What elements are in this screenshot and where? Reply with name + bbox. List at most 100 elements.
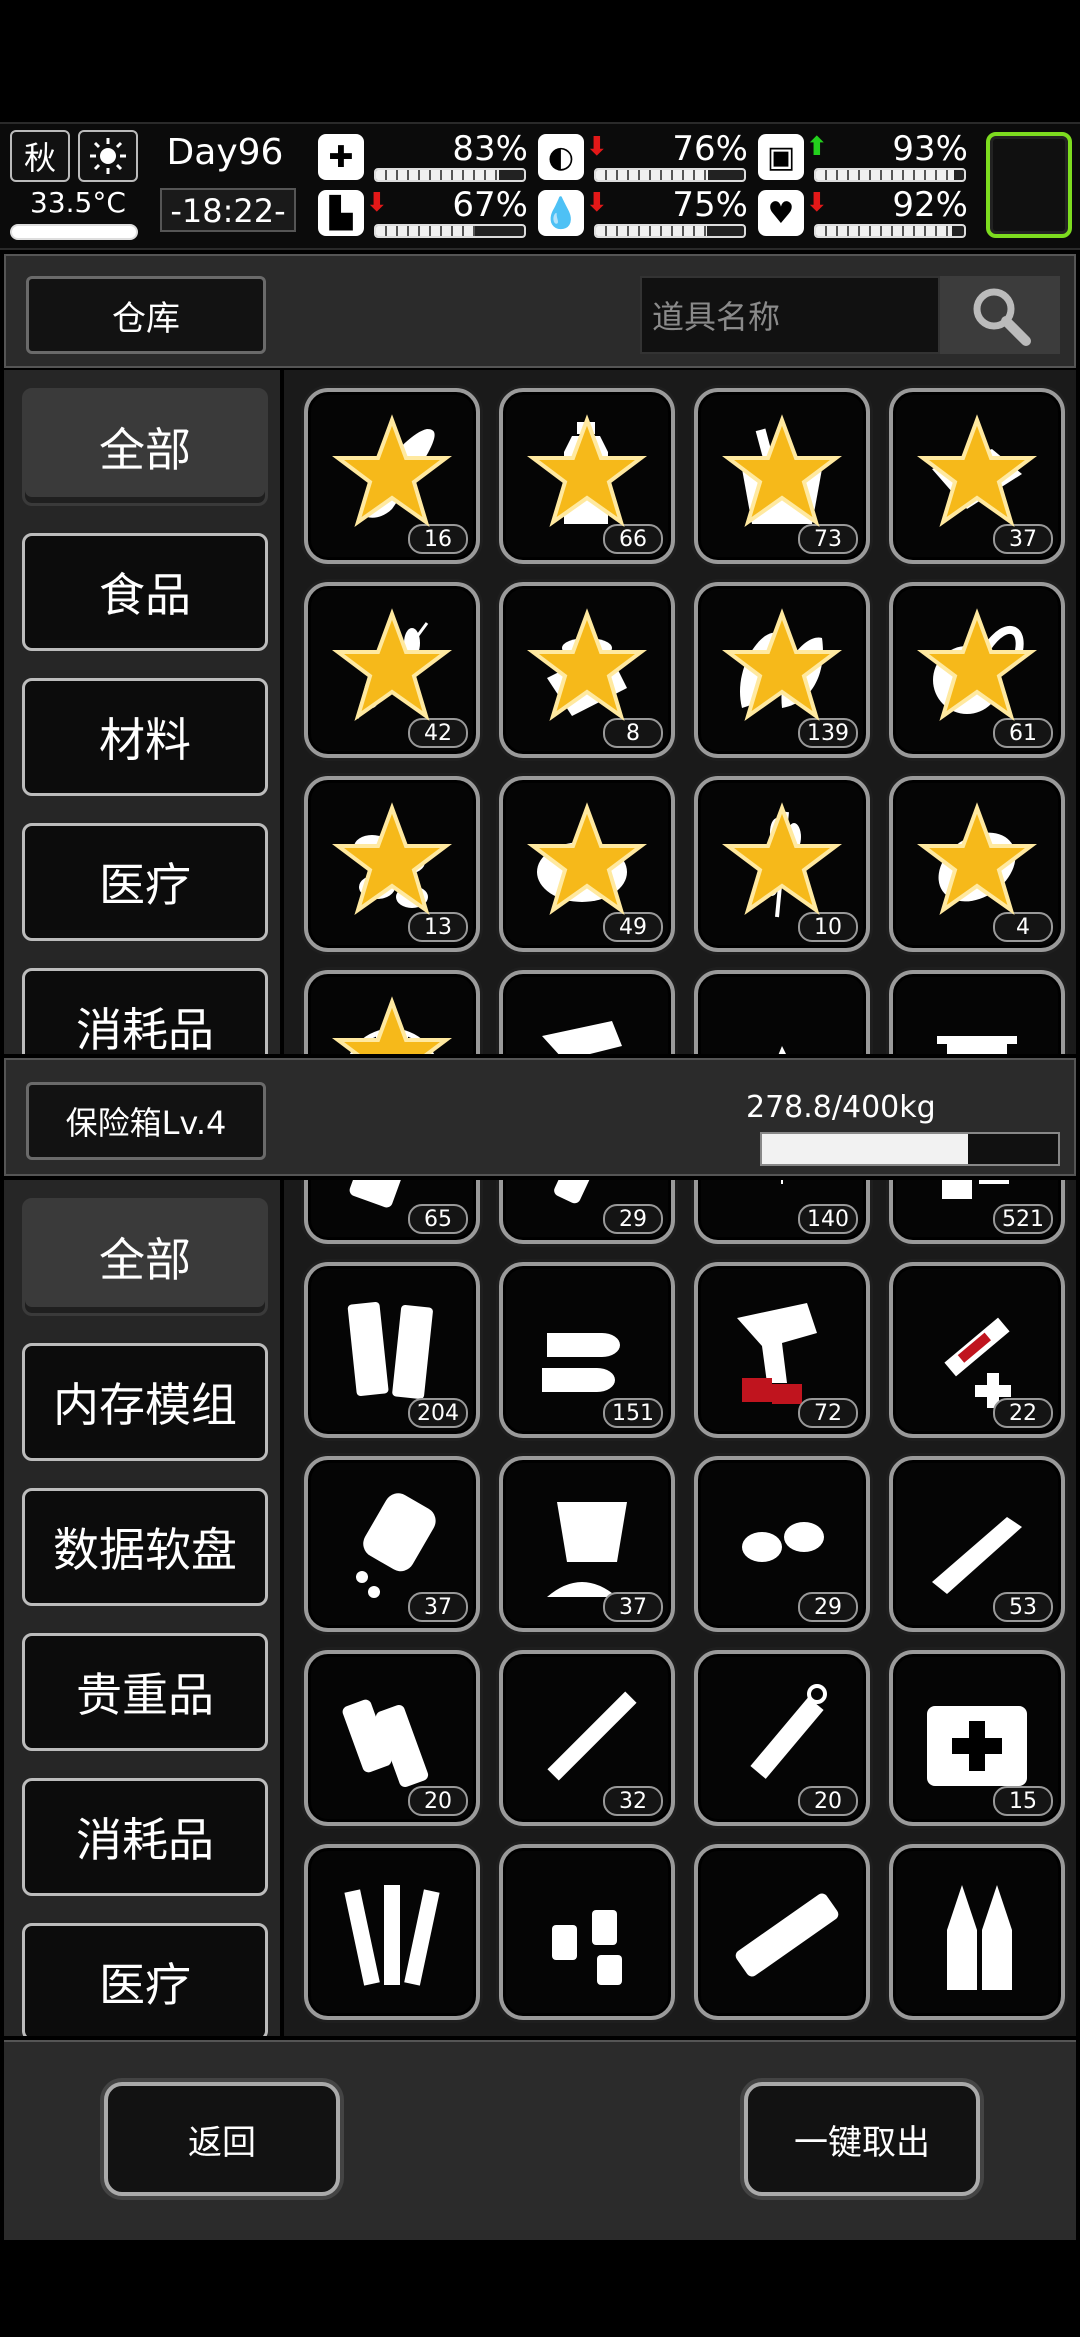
item-slot[interactable]: 22	[889, 1262, 1065, 1438]
stamina-percent: 93%	[892, 129, 968, 169]
thirst-percent: 75%	[672, 185, 748, 225]
category-tab-0[interactable]: 全部	[22, 1198, 268, 1316]
item-slot[interactable]	[499, 1844, 675, 2020]
mood-trend-icon: ⬇	[806, 188, 828, 218]
category-tab-0[interactable]: 全部	[22, 388, 268, 506]
category-tab-1[interactable]: 内存模组	[22, 1343, 268, 1461]
injector-icon	[750, 1684, 827, 1779]
item-slot[interactable]: 37	[499, 1456, 675, 1632]
mood-icon: ♥	[758, 190, 804, 236]
item-slot[interactable]: 72	[694, 1262, 870, 1438]
legs-trend-icon: ⬇	[366, 188, 388, 218]
stamina-bar	[814, 168, 966, 182]
time-label: -18:22-	[160, 188, 296, 232]
health-percent: 83%	[452, 129, 528, 169]
item-slot[interactable]: 42	[304, 582, 480, 758]
footer: 返回 一键取出	[4, 2040, 1076, 2240]
item-slot[interactable]	[694, 1844, 870, 2020]
warehouse-category-list: 全部食品材料医疗消耗品	[4, 370, 280, 1054]
legs-percent: 67%	[452, 185, 528, 225]
season-badge: 秋	[10, 130, 70, 182]
stamina-icon: ▣	[758, 134, 804, 180]
favorite-star-icon	[332, 414, 452, 527]
item-count: 53	[993, 1592, 1053, 1622]
category-tab-4[interactable]: 消耗品	[22, 968, 268, 1054]
item-count: 37	[408, 1592, 468, 1622]
shard-icon	[778, 1046, 786, 1054]
item-slot[interactable]: 66	[499, 388, 675, 564]
item-slot[interactable]: 139	[694, 582, 870, 758]
item-slot[interactable]: 16	[304, 388, 480, 564]
item-slot[interactable]	[499, 970, 675, 1054]
item-slot[interactable]: 140	[694, 1180, 870, 1244]
item-slot[interactable]	[304, 970, 480, 1054]
hunger-bar	[594, 168, 746, 182]
item-slot[interactable]: 65	[304, 1180, 480, 1244]
flare-gun-icon	[542, 1021, 622, 1054]
item-count: 15	[993, 1786, 1053, 1816]
stat-thirst: 💧 ⬇ 75%	[538, 188, 748, 240]
safe-item-grid: 65 29 140 521 204 151 72 22 37 37 29 53 20 32 20 15	[284, 1180, 1076, 2036]
category-tab-3[interactable]: 贵重品	[22, 1633, 268, 1751]
equipment-slot[interactable]	[986, 132, 1072, 238]
status-bar: 秋 33.5°C Day96 -18:22- ✚ 83% ◐ ⬇ 76% ▣ ⬆…	[0, 122, 1080, 250]
item-count: 32	[603, 1786, 663, 1816]
item-slot[interactable]: 32	[499, 1650, 675, 1826]
item-slot[interactable]	[304, 1844, 480, 2020]
favorite-star-icon	[527, 802, 647, 915]
item-slot[interactable]: 8	[499, 582, 675, 758]
item-slot[interactable]: 10	[694, 776, 870, 952]
warehouse-title: 仓库	[26, 276, 266, 354]
favorite-star-icon	[332, 996, 452, 1054]
flare-gun-ammo-icon	[737, 1303, 817, 1404]
safe-category-list: 全部内存模组数据软盘贵重品消耗品医疗	[4, 1180, 280, 2036]
item-slot[interactable]: 37	[889, 388, 1065, 564]
item-slot[interactable]: 13	[304, 776, 480, 952]
hunger-trend-icon: ⬇	[586, 132, 608, 162]
item-slot[interactable]: 204	[304, 1262, 480, 1438]
item-slot[interactable]: 29	[694, 1456, 870, 1632]
favorite-star-icon	[527, 414, 647, 527]
category-tab-2[interactable]: 数据软盘	[22, 1488, 268, 1606]
first-aid-kit-icon	[927, 1706, 1027, 1786]
item-slot[interactable]: 151	[499, 1262, 675, 1438]
stamina-trend-icon: ⬆	[806, 132, 828, 162]
stat-legs: ▙ ⬇ 67%	[318, 188, 528, 240]
favorite-star-icon	[722, 802, 842, 915]
item-slot[interactable]: 53	[889, 1456, 1065, 1632]
item-slot[interactable]	[889, 970, 1065, 1054]
back-button[interactable]: 返回	[104, 2082, 340, 2196]
category-tab-1[interactable]: 食品	[22, 533, 268, 651]
category-tab-5[interactable]: 医疗	[22, 1923, 268, 2036]
hunger-icon: ◐	[538, 134, 584, 180]
item-slot[interactable]	[694, 970, 870, 1054]
item-slot[interactable]: 20	[304, 1650, 480, 1826]
item-slot[interactable]: 15	[889, 1650, 1065, 1826]
item-slot[interactable]: 20	[694, 1650, 870, 1826]
item-slot[interactable]: 29	[499, 1180, 675, 1244]
category-tab-3[interactable]: 医疗	[22, 823, 268, 941]
search-button[interactable]	[940, 276, 1060, 354]
item-slot[interactable]: 49	[499, 776, 675, 952]
syringe-icon	[944, 1317, 1011, 1408]
item-slot[interactable]: 37	[304, 1456, 480, 1632]
search-input[interactable]: 道具名称	[640, 276, 940, 354]
item-slot[interactable]	[889, 1844, 1065, 2020]
item-count: 22	[993, 1398, 1053, 1428]
thirst-bar	[594, 224, 746, 238]
item-count: 521	[993, 1204, 1053, 1234]
item-slot[interactable]: 521	[889, 1180, 1065, 1244]
item-count: 37	[603, 1592, 663, 1622]
search-icon	[973, 288, 1031, 346]
favorite-star-icon	[917, 802, 1037, 915]
item-slot[interactable]: 4	[889, 776, 1065, 952]
take-all-button[interactable]: 一键取出	[744, 2082, 980, 2196]
item-count: 29	[798, 1592, 858, 1622]
item-slot[interactable]: 61	[889, 582, 1065, 758]
category-tab-4[interactable]: 消耗品	[22, 1778, 268, 1896]
gauze-icon	[342, 1699, 429, 1788]
bandage-rolls-icon	[347, 1301, 433, 1400]
item-slot[interactable]: 73	[694, 388, 870, 564]
category-tab-2[interactable]: 材料	[22, 678, 268, 796]
favorite-star-icon	[722, 414, 842, 527]
